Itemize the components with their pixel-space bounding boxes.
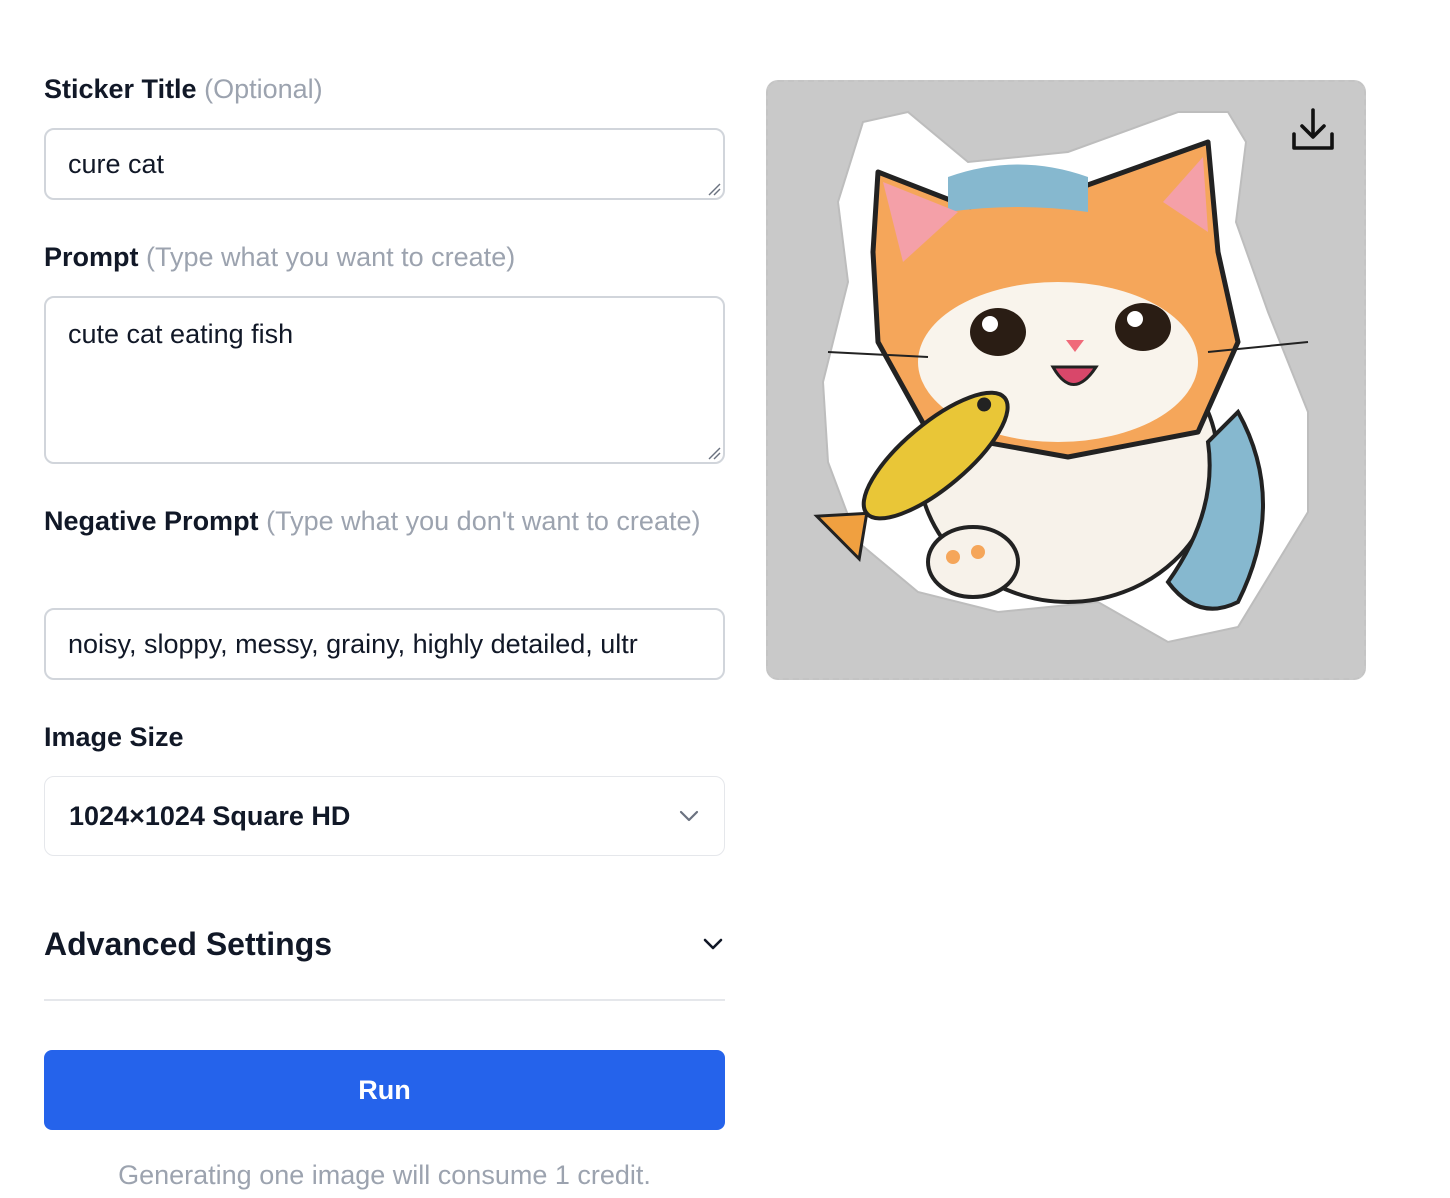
prompt-label-text: Prompt: [44, 242, 139, 272]
prompt-hint: (Type what you want to create): [146, 242, 516, 272]
sticker-title-label-text: Sticker Title: [44, 74, 197, 104]
run-button[interactable]: Run: [44, 1050, 725, 1130]
negative-prompt-hint: (Type what you don't want to create): [266, 506, 701, 536]
negative-prompt-value: noisy, sloppy, messy, grainy, highly det…: [68, 629, 638, 659]
resize-handle-icon[interactable]: [707, 446, 721, 460]
resize-handle-icon[interactable]: [707, 182, 721, 196]
prompt-label: Prompt (Type what you want to create): [44, 233, 725, 281]
chevron-down-icon: [703, 938, 723, 950]
sticker-title-value: cure cat: [68, 149, 165, 179]
negative-prompt-input[interactable]: noisy, sloppy, messy, grainy, highly det…: [44, 608, 725, 680]
prompt-textarea[interactable]: cute cat eating fish: [44, 296, 725, 464]
advanced-settings-title: Advanced Settings: [44, 925, 333, 962]
divider: [44, 999, 725, 1001]
sticker-title-input[interactable]: cure cat: [44, 128, 725, 200]
credit-note: Generating one image will consume 1 cred…: [118, 1160, 651, 1190]
chevron-down-icon: [679, 810, 699, 822]
download-icon[interactable]: [1288, 104, 1338, 156]
image-preview: [766, 80, 1366, 680]
negative-prompt-label-text: Negative Prompt: [44, 506, 259, 536]
prompt-value: cute cat eating fish: [68, 319, 294, 349]
image-size-select[interactable]: 1024×1024 Square HD: [44, 776, 725, 856]
negative-prompt-label: Negative Prompt (Type what you don't wan…: [44, 497, 725, 545]
sticker-title-hint: (Optional): [204, 74, 323, 104]
image-size-value: 1024×1024 Square HD: [69, 800, 351, 831]
advanced-settings-toggle[interactable]: Advanced Settings: [44, 906, 725, 982]
sticker-title-label: Sticker Title (Optional): [44, 65, 725, 113]
image-size-label: Image Size: [44, 722, 184, 752]
cat-sticker-image: [813, 110, 1309, 644]
